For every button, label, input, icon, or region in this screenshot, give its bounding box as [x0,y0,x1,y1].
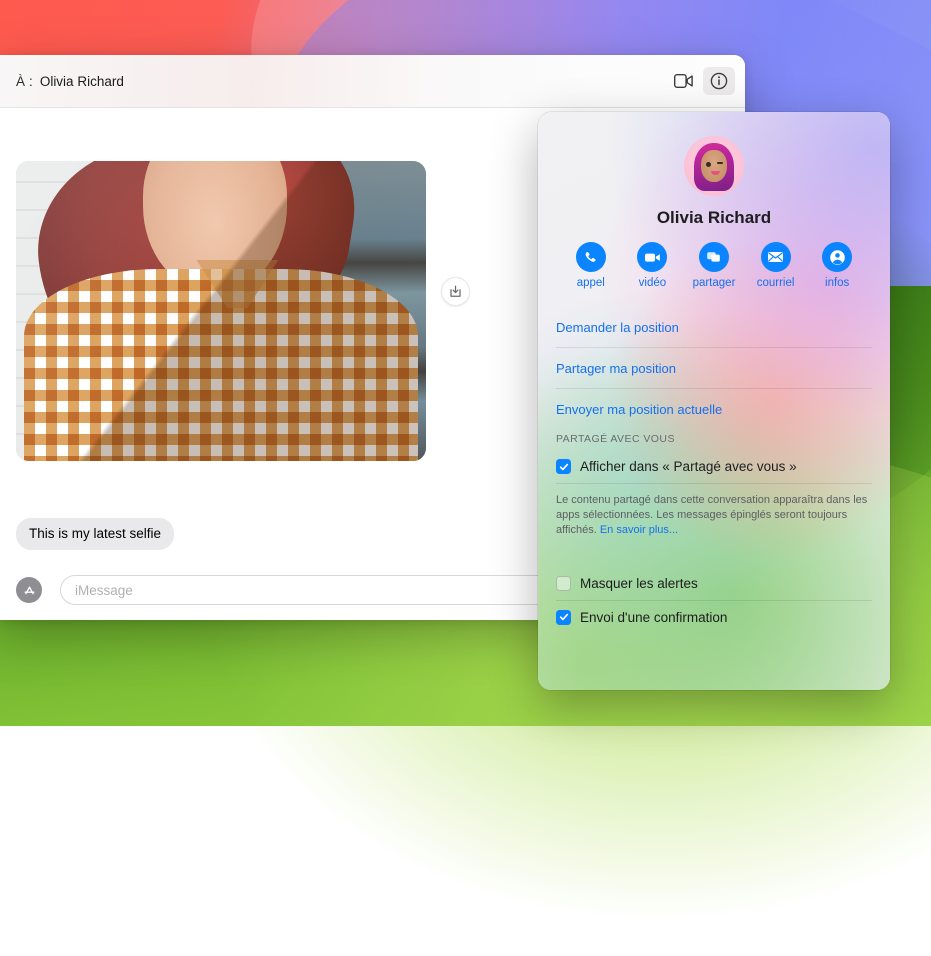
checkmark-icon [559,612,569,622]
spacer [556,289,872,307]
avatar[interactable] [684,136,744,196]
avatar-fringe [696,142,732,159]
action-mail[interactable]: courriel [745,242,807,289]
popover-contact-name: Olivia Richard [556,208,872,228]
checkmark-icon [559,462,569,472]
menu-item-share-location[interactable]: Partager ma position [556,348,872,388]
facetime-button[interactable] [667,67,699,95]
checkbox-row-hide-alerts[interactable]: Masquer les alertes [556,567,872,600]
section-header-shared-with-you: PARTAGÉ AVEC VOUS [556,433,872,450]
quick-actions-row: appel vidéo partager [558,242,870,289]
checkbox-send-read-receipts[interactable] [556,610,571,625]
action-video-label: vidéo [639,277,667,289]
checkbox-label-hide-alerts: Masquer les alertes [580,576,698,591]
menu-item-request-location[interactable]: Demander la position [556,307,872,347]
contact-details-popover: Olivia Richard appel vidéo [538,112,890,690]
action-call[interactable]: appel [560,242,622,289]
action-call-circle [576,242,606,272]
app-store-button[interactable] [16,577,42,603]
action-video-circle [637,242,667,272]
action-info-label: infos [825,277,849,289]
screen-share-icon [706,250,722,264]
action-info-circle [822,242,852,272]
shared-with-you-description: Le contenu partagé dans cette conversati… [556,484,872,545]
checkbox-hide-alerts[interactable] [556,576,571,591]
info-circle-icon [710,72,728,90]
action-mail-circle [761,242,791,272]
contact-card-icon [829,249,846,266]
spacer [556,545,872,567]
envelope-icon [767,251,784,263]
photo-attachment[interactable] [16,161,426,461]
action-share-circle [699,242,729,272]
download-attachment-button[interactable] [441,277,470,306]
details-info-button[interactable] [703,67,735,95]
window-titlebar: À : Olivia Richard [0,55,745,108]
action-mail-label: courriel [757,277,795,289]
recipient-name: Olivia Richard [40,74,124,89]
learn-more-link[interactable]: En savoir plus... [600,524,678,536]
action-share-label: partager [693,277,736,289]
download-icon [448,284,463,299]
action-share[interactable]: partager [683,242,745,289]
app-store-icon [22,583,37,598]
phone-icon [583,250,598,265]
video-camera-icon [674,74,693,88]
photo-sun-shadow [16,161,426,461]
video-camera-icon [644,251,661,264]
checkbox-show-in-shared-with-you[interactable] [556,459,571,474]
recipient-label: À : [16,74,33,89]
action-info[interactable]: infos [806,242,868,289]
checkbox-label-send-read-receipts: Envoi d'une confirmation [580,610,727,625]
received-message-bubble[interactable]: This is my latest selfie [16,518,174,550]
popover-content: Olivia Richard appel vidéo [538,136,890,690]
checkbox-label-show-in-shared-with-you: Afficher dans « Partagé avec vous » [580,459,797,474]
checkbox-row-send-read-receipts[interactable]: Envoi d'une confirmation [556,601,872,634]
action-call-label: appel [577,277,605,289]
menu-item-send-current-location[interactable]: Envoyer ma position actuelle [556,389,872,429]
action-video[interactable]: vidéo [622,242,684,289]
checkbox-row-show-in-shared-with-you[interactable]: Afficher dans « Partagé avec vous » [556,450,872,483]
